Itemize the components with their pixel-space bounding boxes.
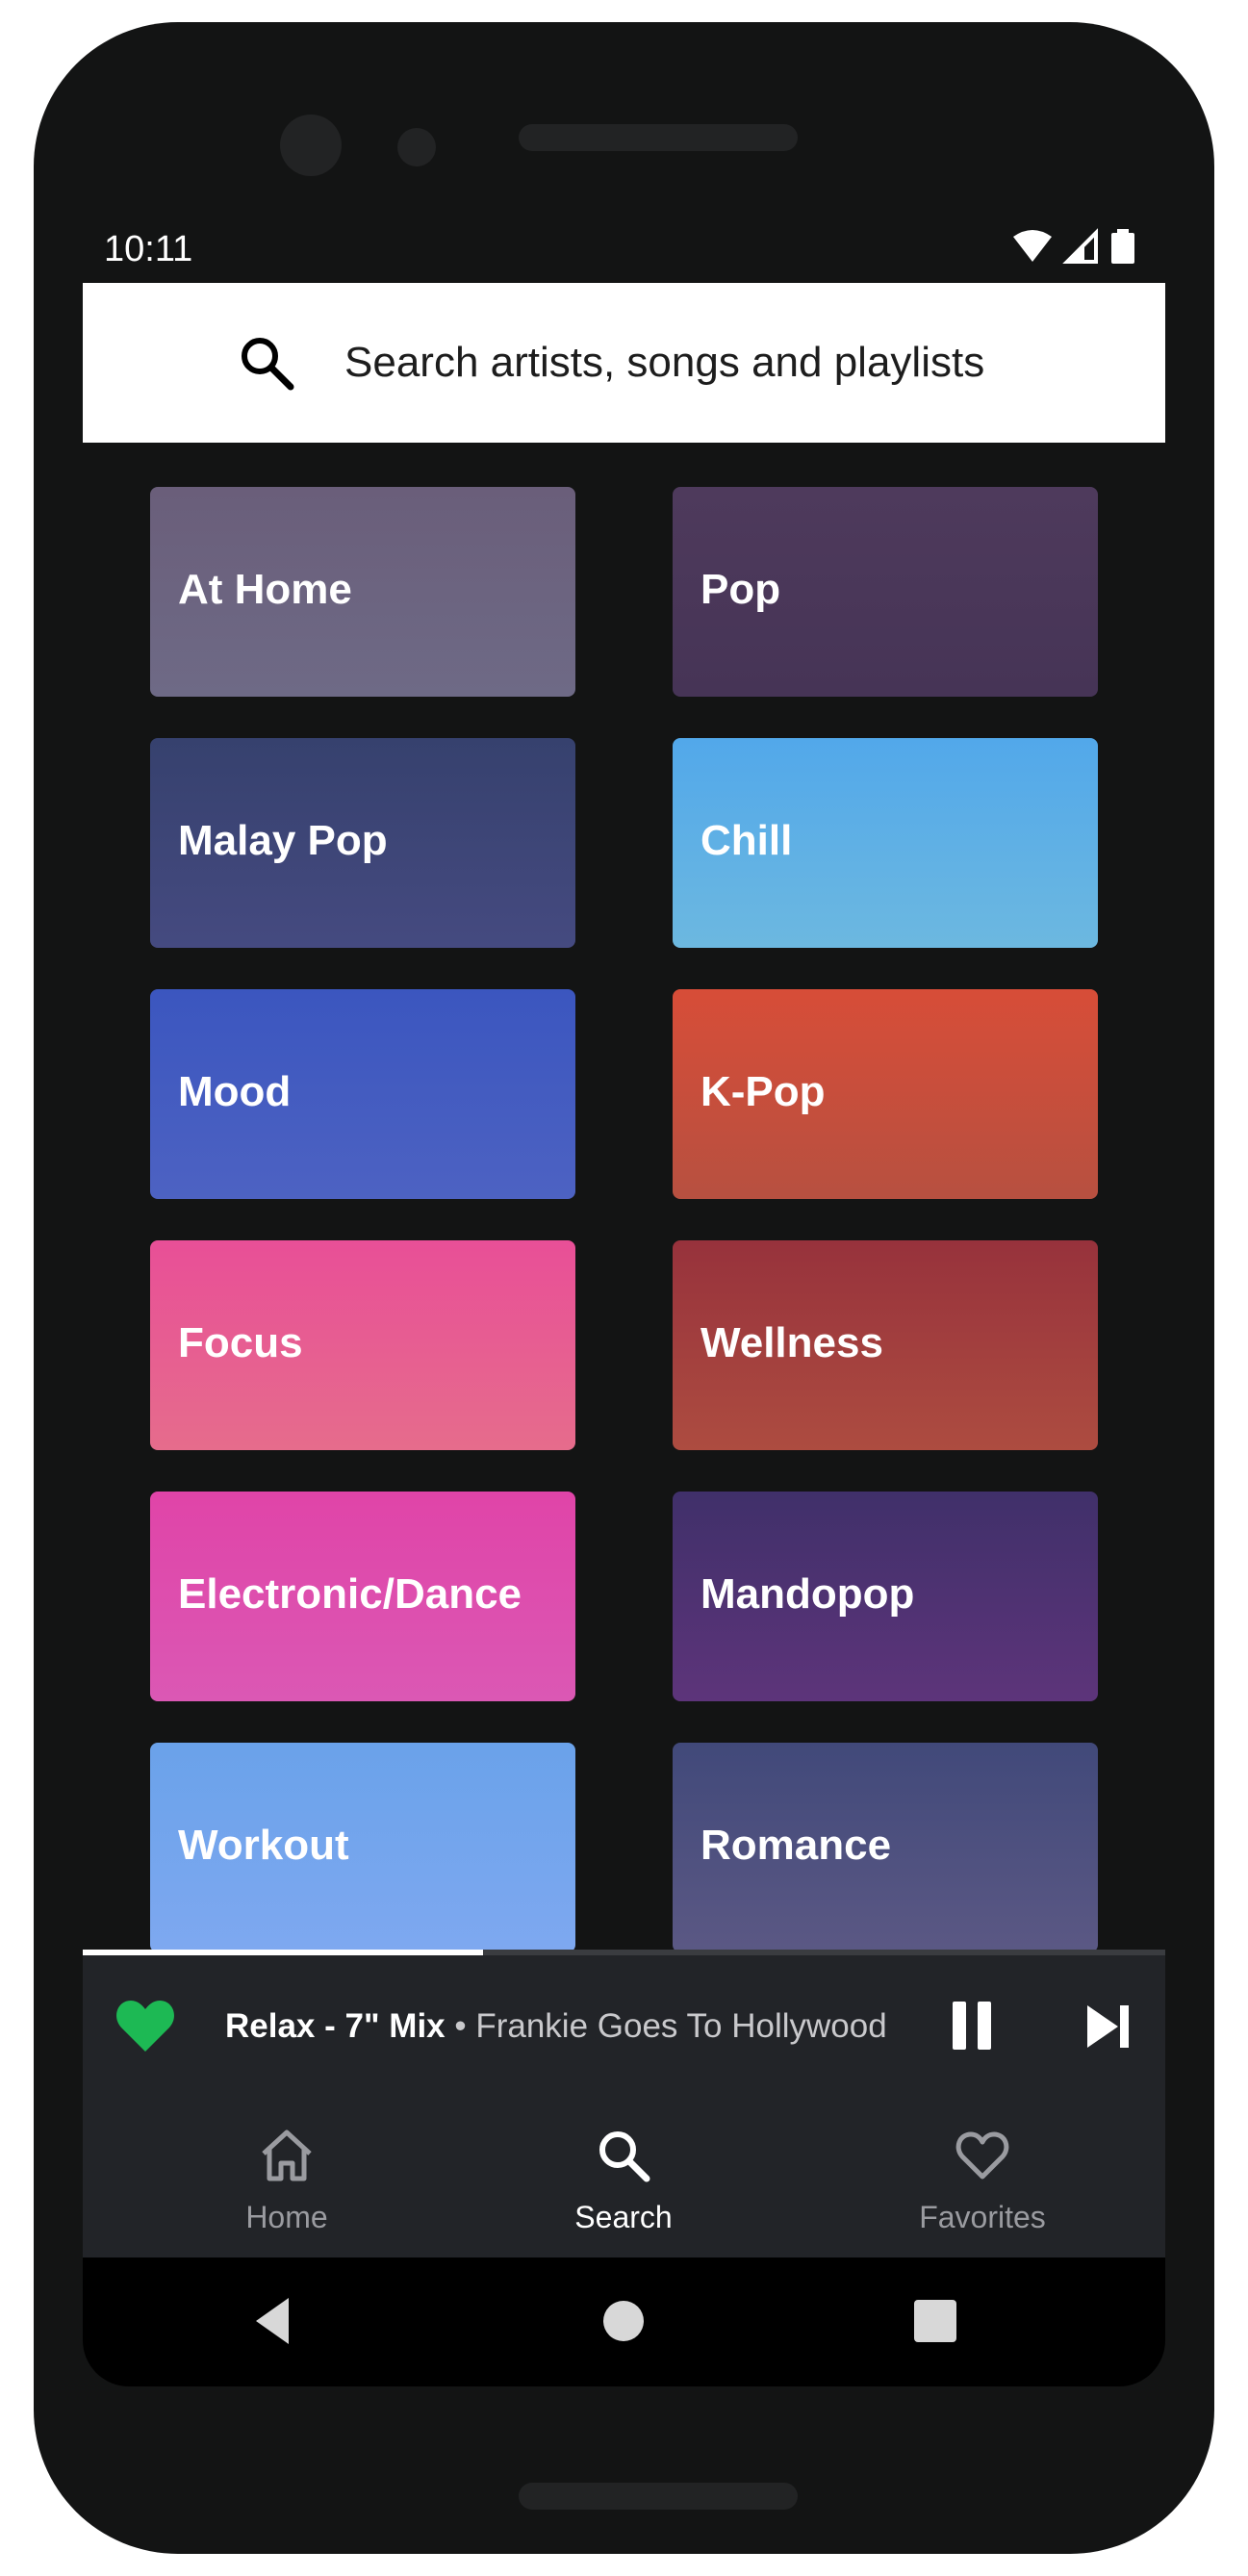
category-tile-label: Malay Pop [178, 817, 388, 864]
track-separator: • [445, 2007, 476, 2045]
system-back-icon[interactable] [256, 2298, 289, 2344]
search-bar[interactable]: Search artists, songs and playlists [83, 283, 1165, 443]
category-tile-label: Romance [700, 1822, 892, 1869]
category-tile[interactable]: Mood [150, 989, 575, 1199]
category-tile-label: K-Pop [700, 1068, 826, 1115]
status-icons [1011, 227, 1146, 269]
category-tile[interactable]: K-Pop [673, 989, 1098, 1199]
category-tile[interactable]: Focus [150, 1240, 575, 1450]
pause-icon[interactable] [949, 2000, 997, 2052]
category-tile[interactable]: Mandopop [673, 1492, 1098, 1701]
bottom-navigation: Home Search Favorites [83, 2100, 1165, 2257]
status-bar: 10:11 [83, 212, 1165, 283]
category-tile[interactable]: Malay Pop [150, 738, 575, 948]
system-recents-icon[interactable] [914, 2300, 956, 2342]
category-tile[interactable]: At Home [150, 487, 575, 697]
now-playing-text: Relax - 7" Mix • Frankie Goes To Hollywo… [225, 2007, 887, 2046]
mini-player[interactable]: Relax - 7" Mix • Frankie Goes To Hollywo… [83, 1955, 1165, 2100]
search-icon [595, 2127, 652, 2184]
category-tile-label: Pop [700, 566, 781, 613]
system-navigation-bar [83, 2257, 1165, 2386]
category-tile-label: Wellness [700, 1319, 883, 1366]
category-tile-label: Mandopop [700, 1570, 915, 1618]
wifi-icon [1013, 230, 1052, 262]
nav-search[interactable]: Search [479, 2100, 768, 2257]
cell-signal-icon [1062, 228, 1098, 264]
system-home-icon[interactable] [603, 2301, 644, 2341]
track-artist: Frankie Goes To Hollywood [475, 2007, 887, 2045]
battery-icon [1111, 229, 1134, 264]
front-camera [280, 115, 342, 176]
category-grid: At Home Pop Malay Pop Chill Mood K-Pop Focus We… [83, 487, 1165, 1952]
category-tile[interactable]: Wellness [673, 1240, 1098, 1450]
track-title: Relax - 7" Mix [225, 2007, 446, 2045]
category-tile-label: Electronic/Dance [178, 1570, 522, 1618]
category-tile-label: Focus [178, 1319, 303, 1366]
earpiece-speaker [519, 124, 798, 151]
category-tile[interactable]: Workout [150, 1743, 575, 1952]
nav-favorites-label: Favorites [919, 2200, 1046, 2234]
nav-home[interactable]: Home [142, 2100, 431, 2257]
category-tile[interactable]: Chill [673, 738, 1098, 948]
category-tile-label: Chill [700, 817, 793, 864]
category-tile-label: Workout [178, 1822, 349, 1869]
category-tile-label: Mood [178, 1068, 292, 1115]
heart-outline-icon [954, 2127, 1011, 2184]
category-tile-label: At Home [178, 566, 352, 613]
search-input[interactable]: Search artists, songs and playlists [344, 339, 984, 387]
search-icon [237, 333, 296, 393]
proximity-sensor [397, 128, 436, 166]
category-tile[interactable]: Pop [673, 487, 1098, 697]
nav-home-label: Home [245, 2200, 328, 2234]
home-icon [258, 2127, 316, 2184]
app-screen: 10:11 Search artists, songs and playlist… [83, 212, 1165, 2386]
status-time: 10:11 [104, 229, 193, 269]
bottom-speaker [519, 2483, 798, 2510]
nav-favorites[interactable]: Favorites [838, 2100, 1127, 2257]
skip-next-icon[interactable] [1083, 2002, 1135, 2052]
nav-search-label: Search [574, 2200, 673, 2234]
favorite-heart-icon[interactable] [115, 1998, 175, 2053]
category-tile[interactable]: Romance [673, 1743, 1098, 1952]
category-tile[interactable]: Electronic/Dance [150, 1492, 575, 1701]
